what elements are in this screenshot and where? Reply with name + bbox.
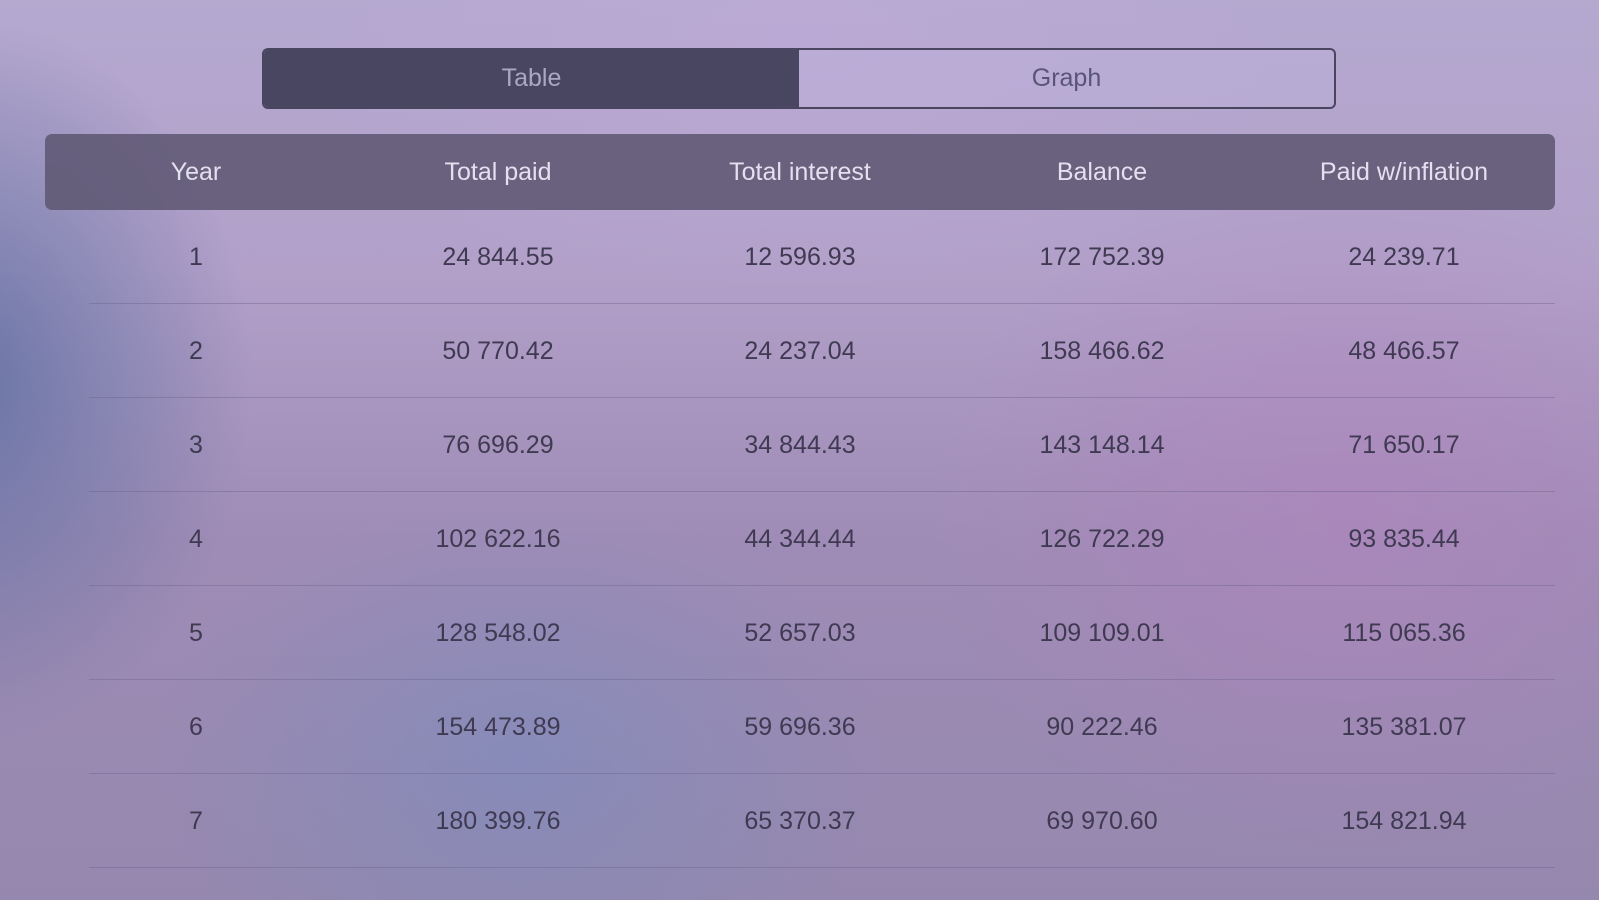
table-row: 7 180 399.76 65 370.37 69 970.60 154 821… — [45, 774, 1555, 868]
cell-total-paid: 180 399.76 — [435, 806, 561, 835]
table-row: 5 128 548.02 52 657.03 109 109.01 115 06… — [45, 586, 1555, 680]
tab-table[interactable]: Table — [264, 50, 799, 107]
cell-year: 2 — [189, 336, 203, 365]
cell-balance: 109 109.01 — [1039, 618, 1165, 647]
cell-paid-inflation: 48 466.57 — [1348, 336, 1460, 365]
table-row: 1 24 844.55 12 596.93 172 752.39 24 239.… — [45, 210, 1555, 304]
cell-year: 4 — [189, 524, 203, 553]
column-header-year: Year — [170, 157, 222, 186]
cell-total-interest: 12 596.93 — [744, 242, 856, 271]
cell-total-interest: 59 696.36 — [744, 712, 856, 741]
cell-paid-inflation: 115 065.36 — [1342, 618, 1466, 647]
column-header-balance: Balance — [1056, 157, 1148, 186]
table-row: 3 76 696.29 34 844.43 143 148.14 71 650.… — [45, 398, 1555, 492]
cell-paid-inflation: 93 835.44 — [1348, 524, 1460, 553]
table-row: 2 50 770.42 24 237.04 158 466.62 48 466.… — [45, 304, 1555, 398]
cell-total-paid: 50 770.42 — [442, 336, 554, 365]
cell-balance: 90 222.46 — [1046, 712, 1158, 741]
view-toggle: Table Graph — [262, 48, 1336, 109]
cell-total-paid: 24 844.55 — [442, 242, 554, 271]
cell-balance: 69 970.60 — [1046, 806, 1158, 835]
cell-total-paid: 154 473.89 — [435, 712, 561, 741]
table-row: 6 154 473.89 59 696.36 90 222.46 135 381… — [45, 680, 1555, 774]
cell-year: 5 — [189, 618, 203, 647]
cell-balance: 126 722.29 — [1039, 524, 1165, 553]
cell-total-interest: 34 844.43 — [744, 430, 856, 459]
column-header-paid-inflation: Paid w/inflation — [1319, 157, 1489, 186]
cell-year: 1 — [189, 242, 203, 271]
cell-balance: 158 466.62 — [1039, 336, 1165, 365]
table-row: 4 102 622.16 44 344.44 126 722.29 93 835… — [45, 492, 1555, 586]
cell-total-paid: 128 548.02 — [435, 618, 561, 647]
cell-paid-inflation: 154 821.94 — [1341, 806, 1467, 835]
cell-total-interest: 65 370.37 — [744, 806, 856, 835]
column-header-total-interest: Total interest — [729, 157, 871, 186]
cell-total-interest: 24 237.04 — [744, 336, 856, 365]
cell-year: 6 — [189, 712, 203, 741]
cell-total-paid: 76 696.29 — [442, 430, 554, 459]
cell-paid-inflation: 135 381.07 — [1341, 712, 1467, 741]
cell-balance: 143 148.14 — [1039, 430, 1165, 459]
column-header-total-paid: Total paid — [444, 157, 552, 186]
table-header: Year Total paid Total interest Balance P… — [45, 134, 1555, 210]
cell-paid-inflation: 24 239.71 — [1348, 242, 1460, 271]
tab-graph[interactable]: Graph — [799, 50, 1334, 107]
cell-year: 7 — [189, 806, 203, 835]
cell-paid-inflation: 71 650.17 — [1348, 430, 1460, 459]
cell-total-interest: 52 657.03 — [744, 618, 856, 647]
cell-balance: 172 752.39 — [1039, 242, 1165, 271]
cell-total-paid: 102 622.16 — [435, 524, 561, 553]
cell-year: 3 — [189, 430, 203, 459]
cell-total-interest: 44 344.44 — [744, 524, 856, 553]
payment-table: Year Total paid Total interest Balance P… — [45, 134, 1555, 868]
